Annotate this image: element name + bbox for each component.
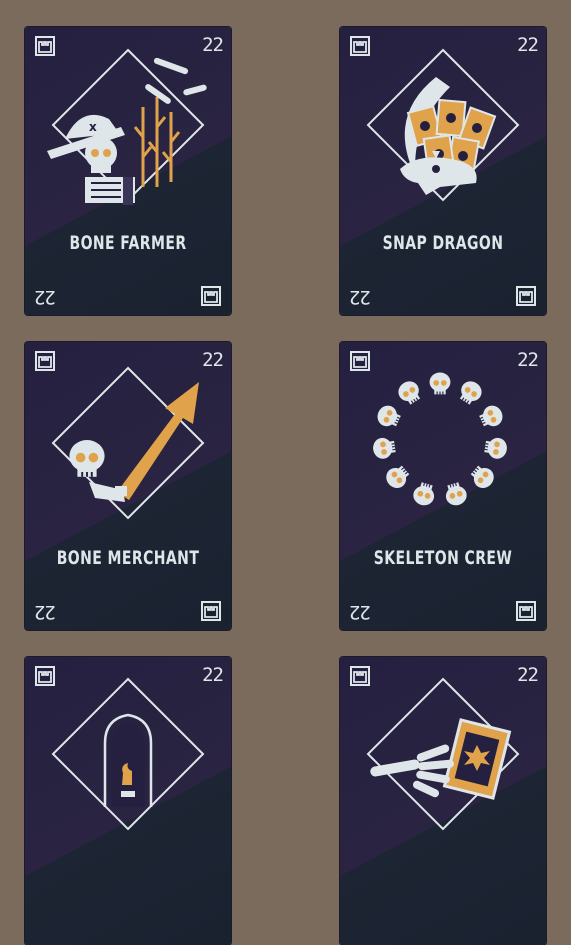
skull-icon	[371, 435, 397, 461]
card-bone-merchant[interactable]: 22 BONE MERCHANT 22	[25, 342, 231, 630]
card-skeleton-crew[interactable]: 22 SKELETON CREW 22	[340, 342, 546, 630]
card-title: SKELETON CREW	[373, 547, 513, 569]
card-number-inverted: 22	[350, 601, 371, 623]
skull-icon	[428, 371, 452, 395]
skull-icon	[410, 480, 438, 509]
castle-glyph-icon	[201, 601, 221, 621]
dragon-skull-icon	[366, 48, 520, 202]
card-number-inverted: 22	[35, 601, 56, 623]
card-number-inverted: 22	[350, 286, 371, 308]
skeleton-farmer-icon: x	[47, 48, 207, 205]
skull-icon	[442, 480, 470, 509]
card-snap-dragon[interactable]: 22 SNAP DRAGON 22	[340, 27, 546, 315]
skull-circle-icon	[371, 371, 509, 509]
castle-glyph-icon	[516, 286, 536, 306]
skull-icon	[373, 401, 404, 432]
card-title: BONE FARMER	[69, 232, 187, 254]
skeleton-hand-card-icon	[366, 677, 520, 831]
skull-icon	[394, 376, 425, 408]
skull-arrow-icon	[51, 366, 205, 520]
card-tombstone[interactable]: 22	[25, 657, 231, 945]
card-bone-farmer[interactable]: 22 x BONE FARMER 22	[25, 27, 231, 315]
card-number-inverted: 22	[35, 286, 56, 308]
tombstone-icon	[51, 677, 205, 831]
card-skeleton-hand[interactable]: 22	[340, 657, 546, 945]
svg-text:x: x	[89, 120, 97, 134]
skull-icon	[467, 461, 499, 493]
skull-icon	[476, 401, 507, 432]
castle-glyph-icon	[516, 601, 536, 621]
skull-icon	[455, 376, 486, 408]
card-title: BONE MERCHANT	[56, 547, 200, 569]
skull-icon	[483, 435, 509, 461]
castle-glyph-icon	[201, 286, 221, 306]
skull-icon	[381, 461, 413, 493]
card-title: SNAP DRAGON	[382, 232, 504, 254]
